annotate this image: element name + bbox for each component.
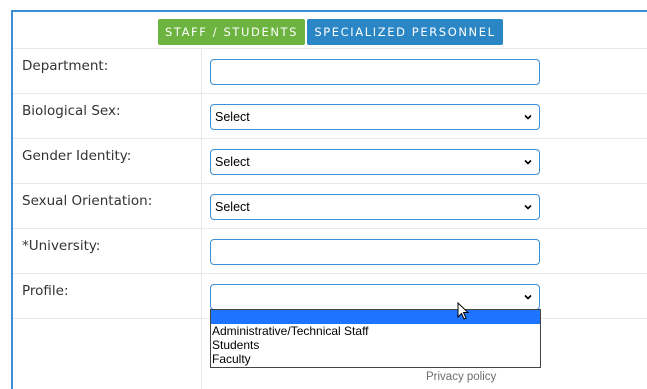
gender-identity-value: Select xyxy=(215,155,250,169)
chevron-down-icon xyxy=(524,114,532,120)
divider xyxy=(13,228,647,229)
divider xyxy=(13,183,647,184)
divider xyxy=(13,93,647,94)
university-field[interactable] xyxy=(210,239,540,265)
biological-sex-select[interactable]: Select xyxy=(210,104,540,130)
privacy-policy-link[interactable]: Privacy policy xyxy=(426,371,496,383)
column-divider xyxy=(201,48,202,389)
biological-sex-value: Select xyxy=(215,110,250,124)
sexual-orientation-value: Select xyxy=(215,200,250,214)
divider xyxy=(13,273,647,274)
profile-option-blank[interactable] xyxy=(211,310,540,324)
divider xyxy=(13,138,647,139)
gender-identity-select[interactable]: Select xyxy=(210,149,540,175)
chevron-down-icon xyxy=(524,204,532,210)
mouse-cursor-icon xyxy=(457,302,470,320)
profile-option-admin-staff[interactable]: Administrative/Technical Staff xyxy=(211,324,540,338)
sexual-orientation-select[interactable]: Select xyxy=(210,194,540,220)
profile-label: Profile: xyxy=(22,283,69,299)
chevron-down-icon xyxy=(524,294,532,300)
department-label: Department: xyxy=(22,58,109,74)
profile-select[interactable] xyxy=(210,284,540,310)
profile-dropdown-list: Administrative/Technical Staff Students … xyxy=(210,309,541,368)
university-label: *University: xyxy=(22,238,101,254)
sexual-orientation-label: Sexual Orientation: xyxy=(22,193,153,209)
divider xyxy=(13,48,647,49)
profile-option-students[interactable]: Students xyxy=(211,338,540,352)
department-field[interactable] xyxy=(210,59,540,85)
chevron-down-icon xyxy=(524,159,532,165)
profile-option-faculty[interactable]: Faculty xyxy=(211,352,540,366)
tab-staff-students[interactable]: STAFF / STUDENTS xyxy=(158,19,305,45)
gender-identity-label: Gender Identity: xyxy=(22,148,132,164)
biological-sex-label: Biological Sex: xyxy=(22,103,121,119)
tab-specialized-personnel[interactable]: SPECIALIZED PERSONNEL xyxy=(307,19,503,45)
